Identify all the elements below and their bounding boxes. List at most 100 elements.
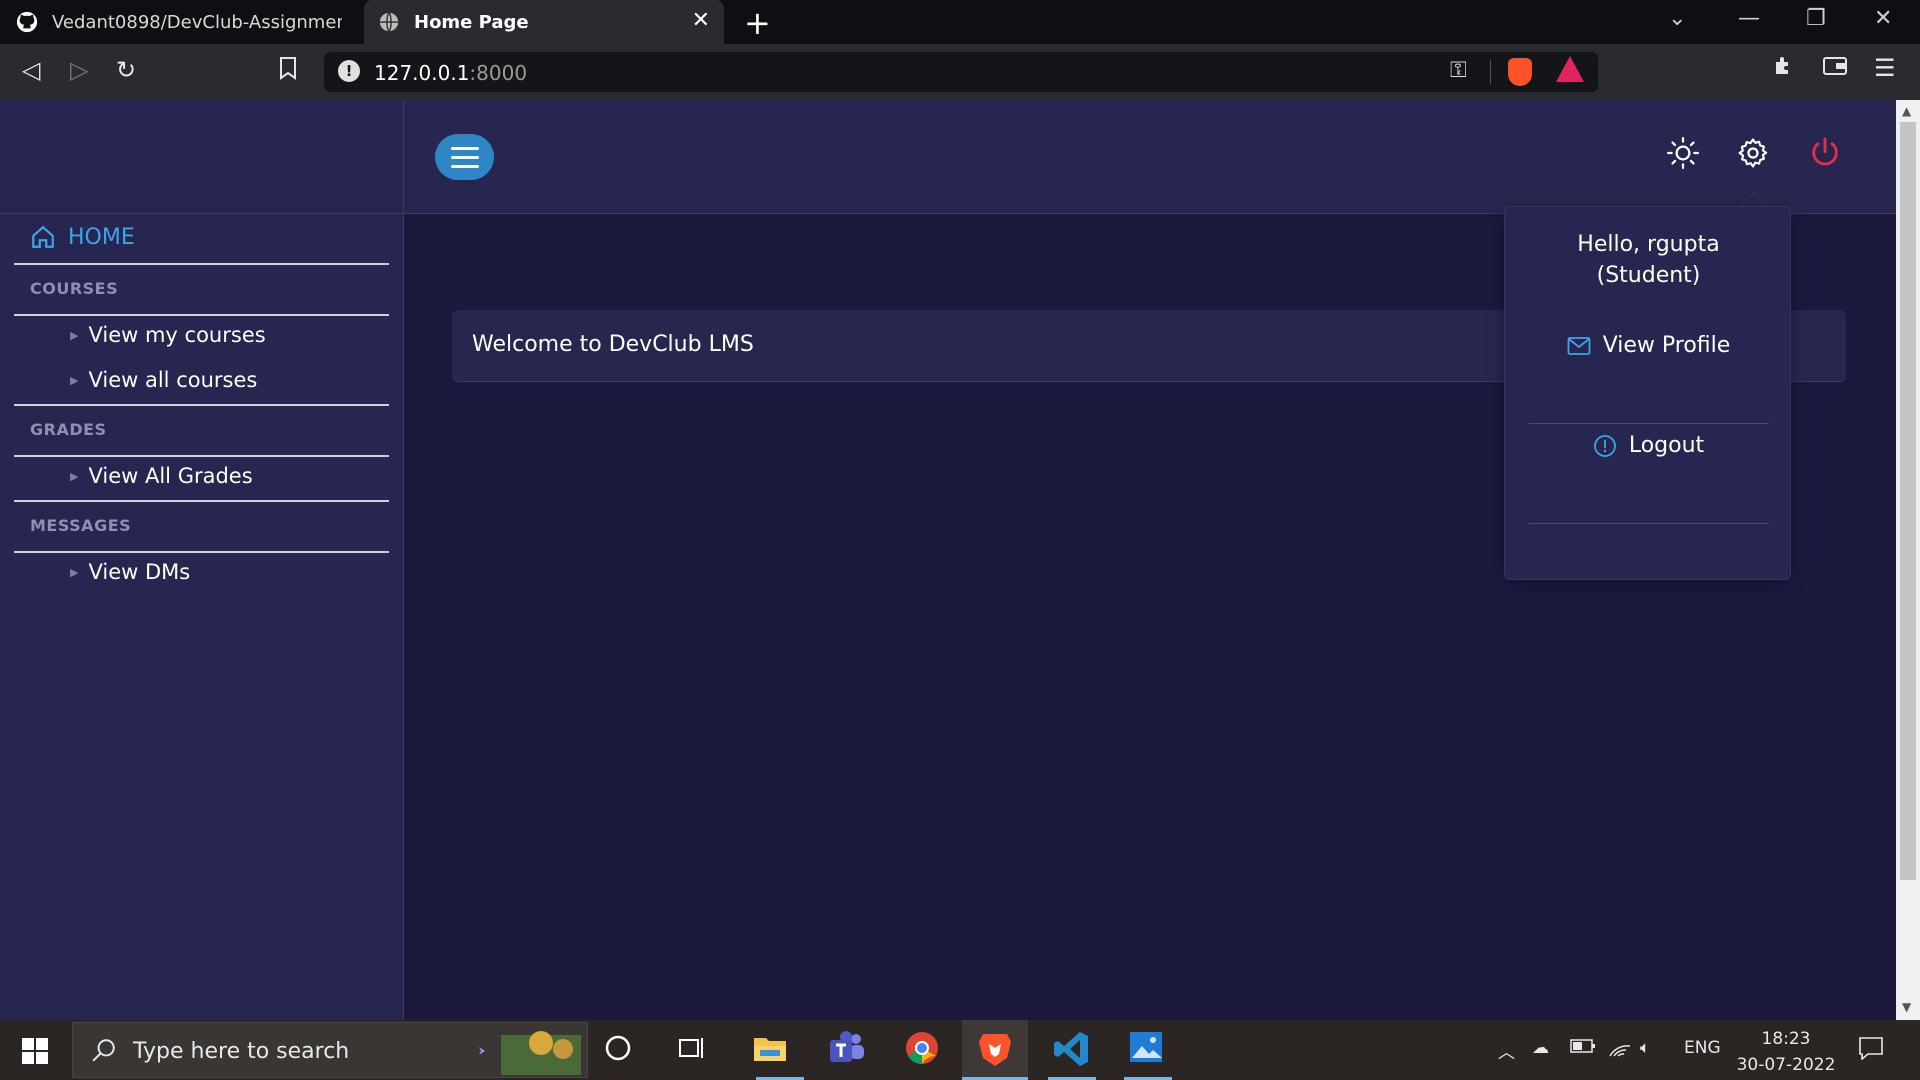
language-indicator[interactable]: ENG: [1684, 1038, 1721, 1058]
section-heading-courses: COURSES: [30, 279, 119, 298]
chevron-right-icon: ▶: [70, 373, 79, 387]
sidebar-item-label: View all courses: [88, 368, 258, 392]
browser-tab-bar: Vedant0898/DevClub-Assignment5: Ba Home …: [0, 0, 1920, 44]
search-icon: [92, 1039, 115, 1062]
volume-icon[interactable]: 🔈︎: [1640, 1038, 1650, 1058]
address-bar[interactable]: ! 127.0.0.1:8000 ⚿: [324, 52, 1598, 92]
greeting-name: Hello, rgupta: [1577, 232, 1720, 257]
site-info-icon[interactable]: !: [338, 60, 360, 82]
tab-title: Vedant0898/DevClub-Assignment5: Ba: [52, 11, 342, 33]
divider: [1529, 423, 1769, 424]
menu-item-label: View Profile: [1602, 333, 1731, 358]
show-hidden-icons-chevron-icon[interactable]: ︿: [1498, 1038, 1515, 1063]
close-window-icon[interactable]: ✕: [1874, 6, 1892, 31]
wifi-icon[interactable]: [1608, 1038, 1632, 1063]
clock-time: 18:23: [1761, 1029, 1811, 1049]
restore-icon[interactable]: ❐: [1806, 6, 1826, 31]
divider: [1529, 523, 1769, 524]
cortana-icon[interactable]: [604, 1034, 644, 1074]
home-icon: [32, 225, 54, 248]
file-explorer-icon[interactable]: [752, 1030, 792, 1070]
bookmark-icon[interactable]: [278, 56, 298, 86]
tab-home-page[interactable]: Home Page ✕: [364, 0, 724, 44]
scroll-down-icon[interactable]: ▼: [1902, 1000, 1911, 1014]
divider: [14, 455, 389, 457]
globe-icon: [379, 12, 399, 32]
tab-github[interactable]: Vedant0898/DevClub-Assignment5: Ba: [0, 0, 364, 44]
page-scrollbar[interactable]: ▲ ▼: [1896, 100, 1920, 1020]
sidebar-item-view-all-grades[interactable]: ▶ View All Grades: [70, 464, 253, 488]
notifications-icon[interactable]: [1858, 1036, 1884, 1065]
hamburger-menu-button[interactable]: [435, 134, 494, 180]
divider: [14, 551, 389, 553]
user-dropdown-menu: Hello, rgupta (Student) View Profile Log…: [1504, 206, 1791, 580]
extensions-icon[interactable]: [1772, 54, 1796, 84]
brave-rewards-icon[interactable]: [1556, 56, 1584, 82]
view-profile-menu-item[interactable]: View Profile: [1505, 333, 1792, 358]
back-icon[interactable]: ◁: [22, 56, 40, 84]
search-placeholder: Type here to search: [133, 1039, 350, 1064]
chevron-right-icon: ▶: [70, 469, 79, 483]
new-tab-icon[interactable]: +: [744, 4, 771, 42]
onedrive-cloud-icon[interactable]: ☁: [1532, 1038, 1549, 1058]
chevron-right-icon: ▶: [70, 565, 79, 579]
settings-gear-icon[interactable]: [1736, 136, 1770, 174]
chrome-icon[interactable]: [904, 1030, 944, 1070]
app-header: [404, 100, 1896, 214]
sidebar-item-label: View my courses: [88, 323, 266, 347]
menu-item-label: Logout: [1628, 433, 1705, 458]
url-port: :8000: [469, 61, 528, 85]
address-toolbar: ◁ ▷ ↻ ! 127.0.0.1:8000 ⚿ ☰: [0, 44, 1920, 100]
theme-toggle-sun-icon[interactable]: [1666, 136, 1700, 174]
sidebar-item-view-all-courses[interactable]: ▶ View all courses: [70, 368, 257, 392]
taskbar-search-input[interactable]: Type here to search: [72, 1022, 588, 1078]
sidebar-item-label: View All Grades: [88, 464, 253, 488]
battery-icon[interactable]: [1570, 1038, 1596, 1059]
forward-icon[interactable]: ▷: [70, 56, 88, 84]
close-tab-icon[interactable]: ✕: [692, 8, 710, 33]
divider: [14, 314, 389, 316]
user-greeting: Hello, rgupta (Student): [1505, 229, 1792, 291]
photos-icon[interactable]: [1128, 1030, 1168, 1070]
vscode-icon[interactable]: [1052, 1030, 1092, 1070]
menu-icon[interactable]: ☰: [1874, 54, 1896, 82]
divider: [14, 404, 389, 406]
sidebar-item-label: HOME: [68, 224, 135, 250]
welcome-text: Welcome to DevClub LMS: [472, 332, 754, 357]
section-heading-grades: GRADES: [30, 420, 107, 439]
brave-taskbar-button[interactable]: [962, 1020, 1028, 1080]
power-icon[interactable]: [1808, 136, 1842, 174]
wallet-icon[interactable]: [1822, 54, 1848, 84]
mail-icon: [1567, 336, 1591, 355]
url-text: 127.0.0.1:8000: [374, 61, 527, 85]
windows-taskbar: Type here to search ︿ ☁ 🔈︎ ENG 18:23 30-…: [0, 1020, 1920, 1080]
chevron-right-icon: ▶: [70, 328, 79, 342]
tab-search-chevron-icon[interactable]: ⌄: [1668, 6, 1686, 31]
github-icon: [16, 11, 38, 33]
info-circle-icon: [1593, 434, 1616, 457]
search-highlight-illustration-icon: [479, 1031, 581, 1075]
greeting-role: (Student): [1596, 263, 1701, 288]
brave-shields-icon[interactable]: [1508, 58, 1532, 86]
scroll-thumb[interactable]: [1900, 122, 1916, 880]
divider: [14, 263, 389, 265]
sidebar-item-label: View DMs: [88, 560, 191, 584]
sidebar-item-view-dms[interactable]: ▶ View DMs: [70, 560, 190, 584]
section-heading-messages: MESSAGES: [30, 516, 132, 535]
sidebar-logo-area: [0, 100, 403, 214]
divider: [14, 500, 389, 502]
scroll-up-icon[interactable]: ▲: [1902, 104, 1911, 118]
url-host: 127.0.0.1: [374, 61, 470, 85]
sidebar-item-home[interactable]: HOME: [30, 224, 135, 250]
minimize-icon[interactable]: —: [1738, 6, 1760, 31]
teams-icon[interactable]: [828, 1030, 868, 1070]
task-view-icon[interactable]: [678, 1034, 718, 1074]
brave-icon: [979, 1034, 1011, 1066]
logout-menu-item[interactable]: Logout: [1505, 433, 1792, 458]
clock[interactable]: 18:23 30-07-2022: [1726, 1026, 1846, 1078]
windows-start-icon[interactable]: [22, 1038, 48, 1068]
key-icon[interactable]: ⚿: [1450, 58, 1467, 83]
url-divider: [1490, 60, 1491, 84]
reload-icon[interactable]: ↻: [116, 56, 136, 84]
sidebar-item-view-my-courses[interactable]: ▶ View my courses: [70, 323, 266, 347]
